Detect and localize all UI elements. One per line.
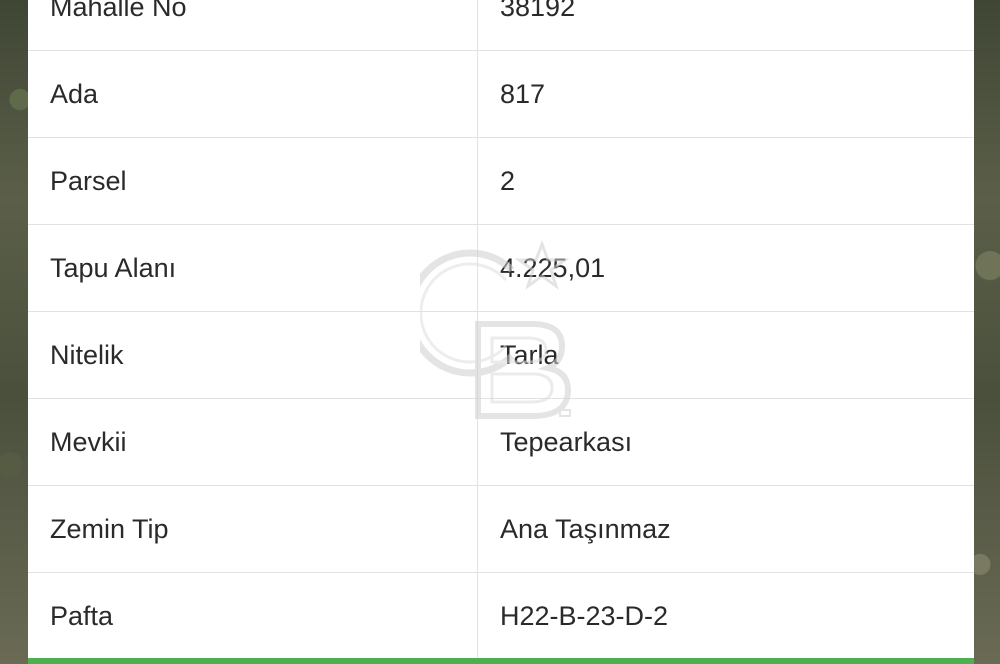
row-value: 38192 [500,0,576,22]
row-label: Mevkii [28,399,478,485]
row-label: Ada [28,51,478,137]
row-label: Tapu Alanı [28,225,478,311]
row-value: 2 [500,165,516,196]
row-value: H22-B-23-D-2 [500,600,669,631]
table-row-pafta: Pafta H22-B-23-D-2 [28,573,974,660]
row-label: Mahalle No [28,0,478,50]
row-value: Ana Taşınmaz [500,513,671,544]
table-row-mahalle-no: Mahalle No 38192 [28,0,974,51]
row-label: Zemin Tip [28,486,478,572]
row-value: Tarla [500,339,559,370]
table-row-mevkii: Mevkii Tepearkası [28,399,974,486]
table-row-zemin-tip: Zemin Tip Ana Taşınmaz [28,486,974,573]
table-row-tapu-alani: Tapu Alanı 4.225,01 [28,225,974,312]
row-label: Nitelik [28,312,478,398]
table-row-nitelik: Nitelik Tarla [28,312,974,399]
parcel-info-table: Mahalle No 38192 Ada 817 Parsel 2 Tapu A… [28,0,974,660]
action-bar-edge[interactable] [28,658,974,664]
row-value: 817 [500,78,546,109]
row-label: Parsel [28,138,478,224]
table-row-ada: Ada 817 [28,51,974,138]
table-row-parsel: Parsel 2 [28,138,974,225]
row-value: 4.225,01 [500,252,606,283]
row-value: Tepearkası [500,426,633,457]
row-label: Pafta [28,573,478,659]
